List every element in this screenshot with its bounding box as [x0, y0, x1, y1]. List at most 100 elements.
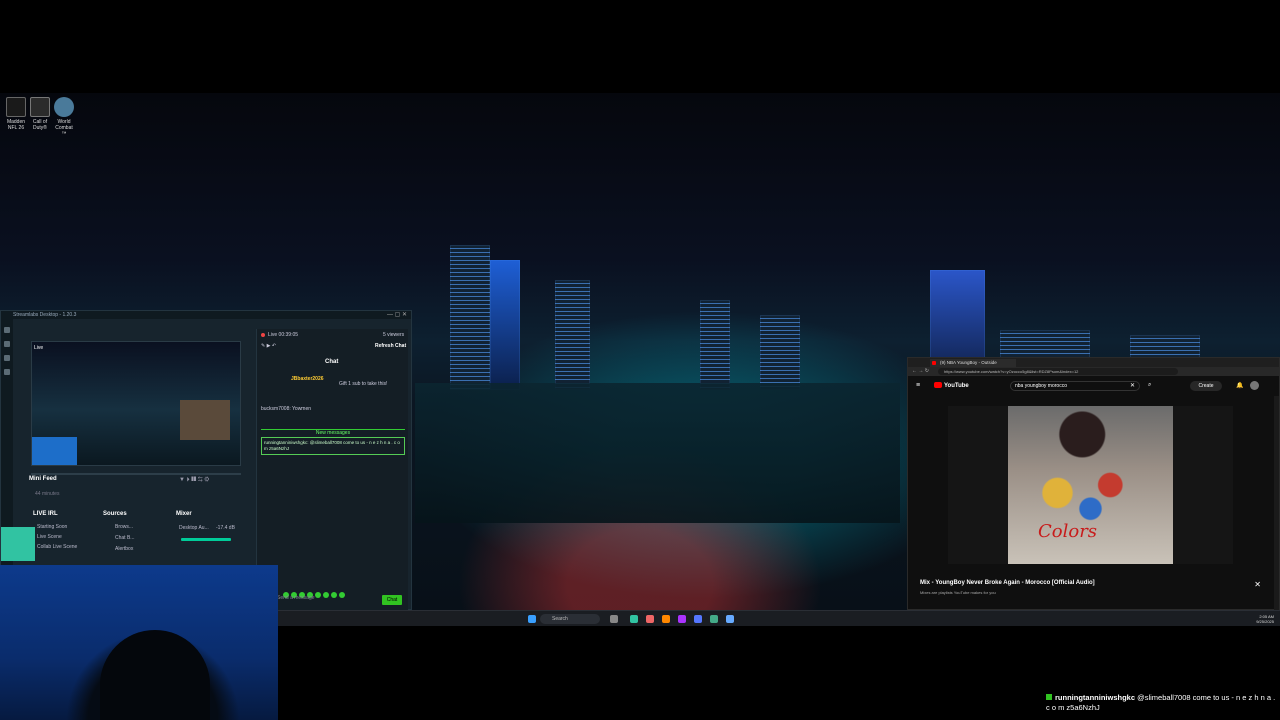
- youtube-logo[interactable]: YouTube: [934, 382, 969, 389]
- browser-tab-bar: (9) NBA YoungBoy - Outside: [908, 358, 1279, 367]
- desktop-icon-label: World Combat ™: [55, 119, 73, 137]
- youtube-play-icon: [934, 382, 942, 388]
- overlay-username: runningtanniniwshgkc: [1055, 693, 1135, 702]
- scene-item[interactable]: Live Scene: [37, 534, 62, 540]
- chat-title: Chat: [325, 359, 339, 365]
- editor-docks: LIVE IRL Starting Soon Live Scene Collab…: [29, 511, 241, 561]
- app-taskbar-icon[interactable]: [678, 615, 686, 623]
- viewer-count: 5 viewers: [383, 332, 405, 338]
- source-item[interactable]: Alertbox: [115, 546, 133, 552]
- video-player[interactable]: Colors: [948, 406, 1233, 564]
- nav-arrows-icon[interactable]: ← → ↻: [912, 368, 929, 374]
- mini-feed-subtitle: 44 minutes: [35, 491, 60, 497]
- app-taskbar-icon[interactable]: [710, 615, 718, 623]
- address-bar: ← → ↻ https://www.youtube.com/watch?v=yO…: [908, 367, 1279, 376]
- create-button[interactable]: Create: [1190, 381, 1222, 391]
- screen: Madden NFL 26 Call of Duty® World Combat…: [0, 0, 1280, 720]
- chat-send-button[interactable]: Chat: [382, 595, 402, 605]
- live-indicator-icon: [261, 333, 265, 337]
- chat-tool-icons[interactable]: ✎ ▶ ↶: [261, 343, 276, 349]
- avatar[interactable]: [1250, 381, 1259, 390]
- emote-bar[interactable]: [283, 585, 347, 598]
- webcam-feed: [0, 565, 278, 720]
- desktop-icon-label: Call of Duty®: [32, 119, 48, 131]
- preview-label: Live: [34, 345, 44, 351]
- app-taskbar-icon[interactable]: [694, 615, 702, 623]
- mini-feed-title: Mini Feed: [29, 476, 57, 482]
- river: [415, 383, 900, 523]
- highlighted-chat-message: runningtanniniwshgkc: @slimeball7008 com…: [261, 437, 405, 455]
- scrollbar[interactable]: [1274, 396, 1279, 611]
- streamer-silhouette: [100, 630, 210, 720]
- preview-webcam: [32, 437, 77, 465]
- chat-panel: Live 00:39:05 5 viewers Refresh Chat ✎ ▶…: [256, 329, 408, 611]
- streamlabs-taskbar-icon[interactable]: [630, 615, 638, 623]
- refresh-chat-button[interactable]: Refresh Chat: [375, 343, 406, 349]
- browser-tab[interactable]: (9) NBA YoungBoy - Outside: [930, 359, 1016, 367]
- mixer-source: Desktop Au...: [179, 525, 209, 531]
- chat-username[interactable]: JBbaxter2026: [291, 376, 324, 382]
- preview-divider[interactable]: [31, 473, 241, 475]
- clock-date: 9/25/2025: [1256, 619, 1274, 624]
- url-field[interactable]: https://www.youtube.com/watch?v=yOzocco5…: [938, 368, 1178, 375]
- sources-header[interactable]: Sources: [103, 511, 127, 517]
- desktop-icon-madden[interactable]: Madden NFL 26: [5, 97, 27, 131]
- taskbar-search[interactable]: Search: [540, 614, 600, 624]
- chat-message: bucksm7008: Yowmen: [261, 406, 312, 412]
- preview-thumbnail: [180, 400, 230, 440]
- chat-input[interactable]: Send a message: [277, 595, 327, 607]
- mixer-volume-slider[interactable]: [181, 538, 231, 541]
- skyscraper: [450, 245, 490, 390]
- taskbar-clock[interactable]: 2:05 AM 9/25/2025: [1256, 614, 1274, 624]
- streamlabs-titlebar[interactable]: Streamlabs Desktop - 1.20.3 — ▢ ✕: [1, 311, 411, 319]
- chat-badge-icon: [1046, 694, 1052, 700]
- tab-title: (9) NBA YoungBoy - Outside: [940, 360, 997, 365]
- desktop-icon-call-of-duty[interactable]: Call of Duty®: [29, 97, 51, 131]
- skyscraper: [555, 280, 590, 390]
- youtube-search-input[interactable]: nba youngboy morocco: [1010, 381, 1140, 391]
- window-controls[interactable]: — ▢ ✕: [387, 311, 407, 319]
- skyscraper: [760, 315, 800, 390]
- youtube-favicon-icon: [932, 361, 936, 365]
- scene-item[interactable]: Starting Soon: [37, 524, 67, 530]
- notifications-icon[interactable]: 🔔: [1236, 382, 1243, 389]
- world-combat-icon: [54, 97, 74, 117]
- call-of-duty-icon: [30, 97, 50, 117]
- streamlabs-logo[interactable]: [1, 527, 35, 561]
- album-art-text: Colors: [1038, 521, 1098, 542]
- source-item[interactable]: Brows...: [115, 524, 133, 530]
- task-view-icon[interactable]: [610, 615, 618, 623]
- chrome-taskbar-icon[interactable]: [646, 615, 654, 623]
- mixer-header[interactable]: Mixer: [176, 511, 192, 517]
- settings-icon[interactable]: [4, 369, 10, 375]
- mixer-db: -17.4 dB: [216, 525, 235, 531]
- search-icon[interactable]: ⌕: [1148, 382, 1151, 389]
- app-taskbar-icon[interactable]: [726, 615, 734, 623]
- album-art: Colors: [1008, 406, 1173, 564]
- source-item[interactable]: Chat B...: [115, 535, 134, 541]
- themes-icon[interactable]: [4, 341, 10, 347]
- windows-taskbar: Search 2:05 AM 9/25/2025: [278, 610, 1280, 626]
- browser-window: (9) NBA YoungBoy - Outside ← → ↻ https:/…: [907, 357, 1280, 611]
- app-taskbar-icon[interactable]: [662, 615, 670, 623]
- madden-icon: [6, 97, 26, 117]
- new-messages-divider[interactable]: New messages: [261, 429, 405, 436]
- mini-feed-controls[interactable]: ▼ ⏵ ❚❚ ⇆ ⚙: [179, 477, 209, 484]
- gift-sub-note: Gift 1 sub to take this!: [339, 381, 388, 387]
- apps-icon[interactable]: [4, 355, 10, 361]
- scenes-header[interactable]: LIVE IRL: [33, 511, 58, 517]
- scene-item[interactable]: Collab Live Scene: [37, 544, 77, 550]
- start-icon[interactable]: [528, 615, 536, 623]
- mix-subtitle: Mixes are playlists YouTube makes for yo…: [920, 590, 996, 595]
- mix-title[interactable]: Mix - YoungBoy Never Broke Again - Moroc…: [920, 580, 1095, 586]
- skyscraper: [490, 260, 520, 390]
- clear-search-icon[interactable]: ✕: [1130, 382, 1135, 389]
- stream-preview[interactable]: Live: [31, 341, 241, 466]
- desktop-icon-world-combat[interactable]: World Combat ™: [53, 97, 75, 137]
- desktop-icon-label: Madden NFL 26: [6, 119, 26, 131]
- skyscraper: [700, 300, 730, 390]
- youtube-header: ≡ YouTube nba youngboy morocco ✕ ⌕ Creat…: [908, 376, 1279, 396]
- close-icon[interactable]: ✕: [1254, 580, 1261, 589]
- editor-icon[interactable]: [4, 327, 10, 333]
- menu-icon[interactable]: ≡: [916, 382, 920, 389]
